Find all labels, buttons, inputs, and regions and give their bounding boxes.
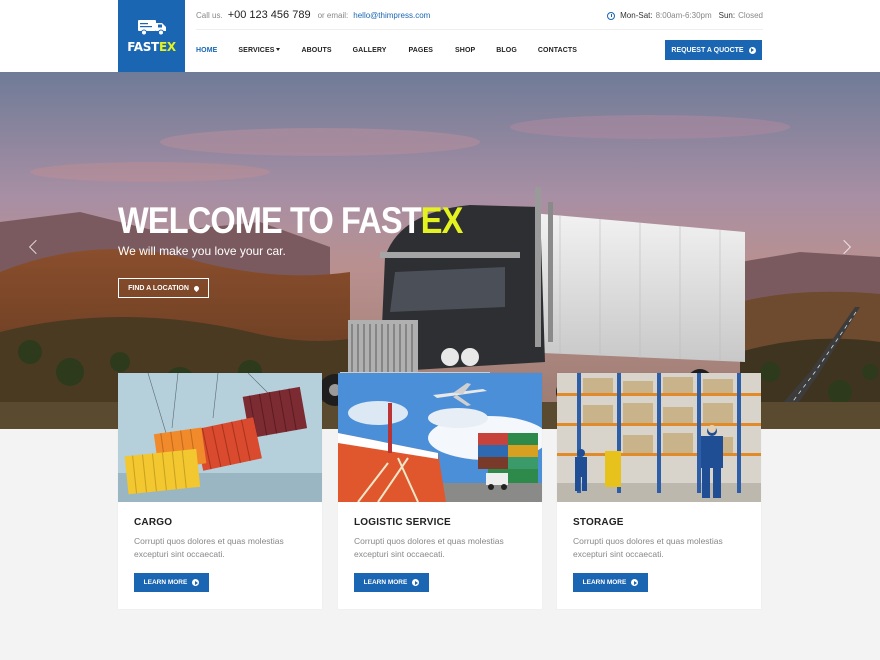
email-link[interactable]: hello@thimpress.com xyxy=(353,11,430,20)
map-pin-icon xyxy=(192,284,200,292)
find-location-label: FIND A LOCATION xyxy=(128,284,189,292)
request-quote-button[interactable]: REQUEST A QUOCTE xyxy=(665,40,762,60)
arrow-right-icon xyxy=(748,46,756,54)
nav-item-services[interactable]: SERVICES xyxy=(238,47,281,54)
learn-more-button[interactable]: LEARN MORE xyxy=(354,573,429,592)
nav-item-abouts[interactable]: ABOUTS xyxy=(301,47,331,54)
card-title: STORAGE xyxy=(573,517,624,528)
truck-logo-icon xyxy=(137,20,166,36)
hero-subtitle: We will make you love your car. xyxy=(118,244,286,258)
hero-title: WELCOME TO FASTEX xyxy=(118,200,463,241)
learn-more-label: LEARN MORE xyxy=(582,579,627,586)
service-card-logistic: LOGISTIC SERVICE Corrupti quos dolores e… xyxy=(338,373,542,609)
nav-item-gallery[interactable]: GALLERY xyxy=(353,47,387,54)
service-card-cargo: CARGO Corrupti quos dolores et quas mole… xyxy=(118,373,322,609)
arrow-right-icon xyxy=(412,579,420,586)
main-nav: HOME SERVICES ABOUTS GALLERY PAGES SHOP … xyxy=(196,40,577,60)
learn-more-button[interactable]: LEARN MORE xyxy=(134,573,209,592)
arrow-right-icon xyxy=(192,579,200,586)
find-location-button[interactable]: FIND A LOCATION xyxy=(118,278,209,298)
card-title: CARGO xyxy=(134,517,173,528)
nav-item-home[interactable]: HOME xyxy=(196,47,217,54)
service-card-storage: STORAGE Corrupti quos dolores et quas mo… xyxy=(557,373,761,609)
clock-icon xyxy=(607,11,616,20)
logo[interactable]: FASTEX xyxy=(118,0,185,72)
sunday-label: Sun: xyxy=(718,11,736,20)
phone-number[interactable]: +00 123 456 789 xyxy=(228,9,311,21)
arrow-right-icon xyxy=(631,579,639,586)
call-label: Call us. xyxy=(196,11,223,20)
nav-item-contacts[interactable]: CONTACTS xyxy=(538,47,577,54)
site-header: FASTEX Call us. +00 123 456 789 or email… xyxy=(0,0,880,72)
card-title: LOGISTIC SERVICE xyxy=(354,517,451,528)
request-quote-label: REQUEST A QUOCTE xyxy=(671,46,744,54)
hours-time: 8:00am-6:30pm xyxy=(655,11,712,20)
logo-text: FASTEX xyxy=(127,40,176,54)
nav-item-blog[interactable]: BLOG xyxy=(496,47,517,54)
hours-days: Mon-Sat: xyxy=(620,11,653,20)
chevron-down-icon xyxy=(276,48,281,52)
card-description: Corrupti quos dolores et quas molestias … xyxy=(354,536,504,559)
logistic-image xyxy=(338,373,542,502)
storage-image xyxy=(557,373,761,502)
learn-more-label: LEARN MORE xyxy=(363,579,408,586)
nav-item-pages[interactable]: PAGES xyxy=(409,47,434,54)
cargo-image xyxy=(118,373,322,502)
email-label: or email: xyxy=(317,11,349,20)
learn-more-label: LEARN MORE xyxy=(143,579,188,586)
learn-more-button[interactable]: LEARN MORE xyxy=(573,573,648,592)
card-description: Corrupti quos dolores et quas molestias … xyxy=(134,536,284,559)
sunday-value: Closed xyxy=(738,11,763,20)
top-info-bar: Call us. +00 123 456 789 or email: hello… xyxy=(196,0,763,30)
nav-item-shop[interactable]: SHOP xyxy=(455,47,475,54)
card-description: Corrupti quos dolores et quas molestias … xyxy=(573,536,723,559)
